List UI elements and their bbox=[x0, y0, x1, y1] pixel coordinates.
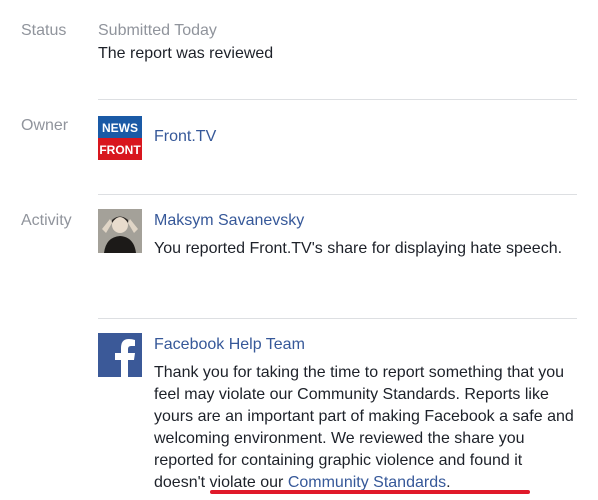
activity-label: Activity bbox=[21, 212, 72, 229]
status-result: The report was reviewed bbox=[98, 45, 274, 62]
owner-name-link[interactable]: Front.TV bbox=[154, 128, 216, 146]
report-status-page: Status Submitted Today The report was re… bbox=[0, 0, 598, 500]
message-period: . bbox=[446, 474, 451, 491]
status-label: Status bbox=[21, 22, 67, 39]
logo-text-bottom: FRONT bbox=[99, 143, 141, 157]
help-team-message: Thank you for taking the time to report … bbox=[154, 362, 574, 494]
user-avatar[interactable] bbox=[98, 209, 142, 253]
activity-entry-text: You reported Front.TV's share for displa… bbox=[154, 240, 563, 257]
news-front-logo[interactable]: NEWS FRONT bbox=[98, 116, 142, 160]
owner-label: Owner bbox=[21, 117, 69, 134]
section-divider bbox=[98, 99, 577, 100]
section-divider bbox=[98, 194, 577, 195]
message-text: Thank you for taking the time to report … bbox=[154, 364, 574, 491]
community-standards-link[interactable]: Community Standards bbox=[288, 474, 446, 491]
facebook-logo-icon[interactable] bbox=[98, 333, 142, 377]
highlight-underline bbox=[210, 490, 530, 494]
logo-text-top: NEWS bbox=[102, 121, 138, 135]
activity-author-link[interactable]: Maksym Savanevsky bbox=[154, 212, 304, 230]
section-divider bbox=[98, 318, 577, 319]
activity-author-link[interactable]: Facebook Help Team bbox=[154, 336, 305, 354]
submitted-date: Submitted Today bbox=[98, 22, 217, 39]
